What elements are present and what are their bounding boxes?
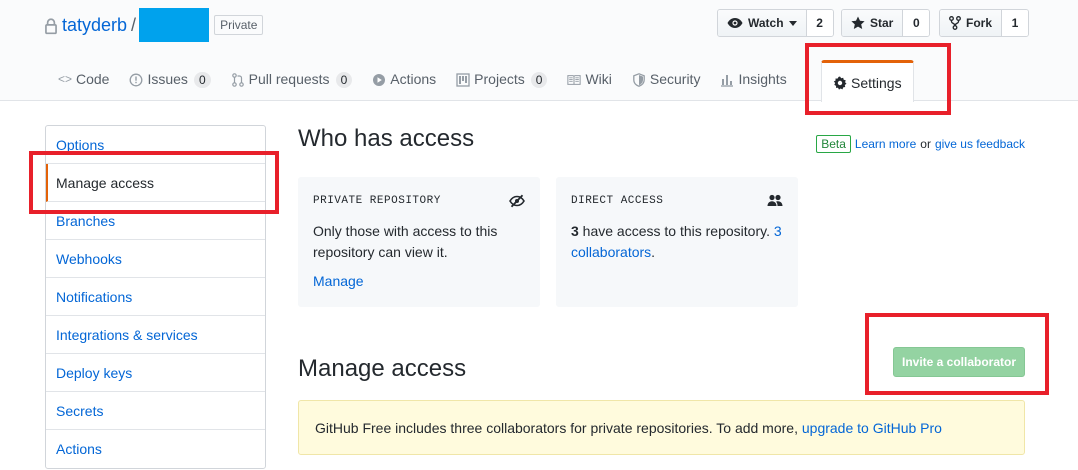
- fork-button[interactable]: Fork: [940, 10, 1003, 36]
- projects-counter: 0: [530, 71, 548, 88]
- tab-wiki[interactable]: Wiki: [557, 58, 621, 101]
- fork-label: Fork: [966, 16, 993, 30]
- tab-label: Insights: [738, 71, 787, 87]
- tab-label: Pull requests: [248, 71, 330, 87]
- menu-item-integrations-services[interactable]: Integrations & services: [46, 316, 265, 354]
- private-repository-description: Only those with access to this repositor…: [313, 223, 498, 260]
- people-icon: [767, 194, 783, 206]
- shield-icon: [632, 72, 646, 87]
- eye-closed-icon: [509, 194, 525, 208]
- watch-label: Watch: [748, 16, 784, 30]
- learn-more-link[interactable]: Learn more: [855, 137, 916, 151]
- beta-label: Beta: [816, 135, 851, 153]
- private-repository-card: PRIVATE REPOSITORY Only those with acces…: [298, 177, 540, 307]
- tab-projects[interactable]: Projects 0: [446, 58, 557, 101]
- repo-path-separator: /: [131, 14, 137, 35]
- star-button-group: Star 0: [841, 9, 931, 37]
- collaborator-limit-notice: GitHub Free includes three collaborators…: [298, 400, 1025, 455]
- flash-text: GitHub Free includes three collaborators…: [315, 419, 798, 436]
- or-text: or: [920, 137, 931, 151]
- watch-button-group: Watch 2: [717, 9, 834, 37]
- fork-button-group: Fork 1: [939, 9, 1030, 37]
- tab-actions[interactable]: Actions: [362, 58, 446, 101]
- direct-access-description: 3 have access to this repository. 3 coll…: [571, 221, 783, 263]
- star-icon: [851, 16, 865, 29]
- book-icon: [567, 73, 582, 87]
- project-icon: [456, 72, 470, 87]
- redacted-repo-name: [139, 8, 210, 42]
- tab-label: Wiki: [585, 71, 612, 87]
- tab-label: Security: [649, 71, 701, 87]
- direct-access-card: DIRECT ACCESS 3 have access to this repo…: [556, 177, 798, 307]
- private-repository-heading: PRIVATE REPOSITORY: [313, 195, 441, 207]
- issue-icon: [129, 73, 143, 87]
- watch-count[interactable]: 2: [806, 10, 833, 36]
- pull-requests-counter: 0: [335, 71, 353, 88]
- collaborator-count: 3: [571, 223, 579, 239]
- lock-icon: [45, 18, 57, 35]
- fork-count[interactable]: 1: [1002, 10, 1029, 36]
- invite-button-highlight-box: [865, 313, 1049, 395]
- tab-pull-requests[interactable]: Pull requests 0: [221, 58, 363, 101]
- watch-button[interactable]: Watch: [718, 10, 807, 36]
- menu-item-secrets[interactable]: Secrets: [46, 392, 265, 430]
- caret-down-icon: [788, 20, 797, 26]
- tab-security[interactable]: Security: [622, 58, 711, 101]
- private-label: Private: [214, 15, 264, 35]
- settings-highlight-box: [805, 43, 951, 115]
- beta-notice: Beta Learn more or give us feedback: [816, 135, 1025, 153]
- code-icon: <>: [58, 72, 73, 86]
- feedback-link[interactable]: give us feedback: [935, 137, 1025, 151]
- menu-item-notifications[interactable]: Notifications: [46, 278, 265, 316]
- star-button[interactable]: Star: [842, 10, 904, 36]
- repo-nav-tabs: <> Code Issues 0 Pull requests 0 Actions…: [48, 58, 797, 101]
- fork-icon: [949, 16, 961, 30]
- issues-counter: 0: [193, 71, 211, 88]
- repo-title: tatyderb / Private: [44, 8, 264, 42]
- tab-code[interactable]: <> Code: [48, 58, 119, 101]
- menu-item-actions[interactable]: Actions: [46, 430, 265, 468]
- tab-label: Projects: [474, 71, 525, 87]
- manage-access-highlight-box: [29, 151, 279, 214]
- tab-insights[interactable]: Insights: [710, 58, 796, 101]
- direct-access-text: have access to this repository.: [578, 223, 774, 239]
- direct-access-heading: DIRECT ACCESS: [571, 195, 664, 207]
- upgrade-link[interactable]: upgrade to GitHub Pro: [802, 420, 942, 436]
- tab-label: Actions: [390, 71, 437, 87]
- graph-icon: [720, 73, 734, 87]
- pull-request-icon: [231, 72, 245, 87]
- direct-access-period: .: [651, 244, 656, 260]
- settings-main-content: Who has access Beta Learn more or give u…: [298, 125, 1025, 455]
- play-icon: [372, 73, 386, 87]
- tab-label: Code: [76, 71, 110, 87]
- star-count[interactable]: 0: [903, 10, 930, 36]
- star-label: Star: [870, 16, 894, 30]
- menu-item-webhooks[interactable]: Webhooks: [46, 240, 265, 278]
- repo-owner-link[interactable]: tatyderb: [62, 15, 127, 36]
- tab-label: Issues: [147, 71, 188, 87]
- manage-visibility-link[interactable]: Manage: [313, 273, 525, 289]
- tab-issues[interactable]: Issues 0: [119, 58, 220, 101]
- menu-item-deploy-keys[interactable]: Deploy keys: [46, 354, 265, 392]
- eye-icon: [727, 18, 743, 28]
- manage-access-title: Manage access: [298, 355, 467, 382]
